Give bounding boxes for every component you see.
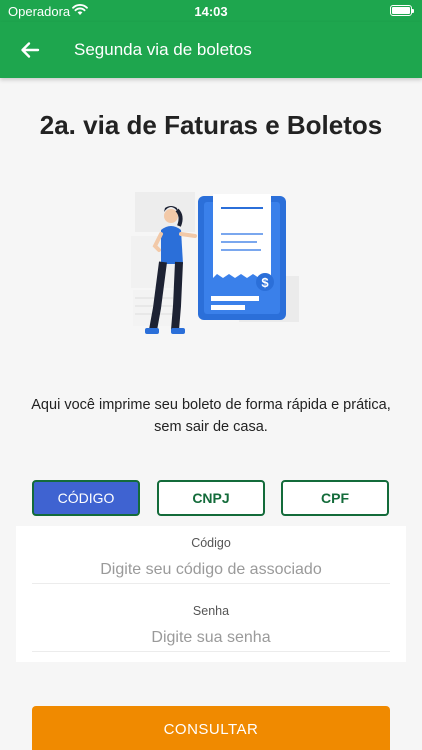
search-type-tabs: CÓDIGO CNPJ CPF bbox=[32, 480, 390, 516]
tab-cpf[interactable]: CPF bbox=[281, 480, 389, 516]
status-bar: Operadora 14:03 bbox=[0, 0, 422, 22]
battery-icon bbox=[390, 5, 414, 16]
app-bar: Segunda via de boletos bbox=[0, 22, 422, 78]
tab-cnpj[interactable]: CNPJ bbox=[157, 480, 265, 516]
back-arrow-icon[interactable] bbox=[16, 36, 44, 64]
page-description: Aqui você imprime seu boleto de forma rá… bbox=[31, 397, 391, 435]
password-input[interactable] bbox=[32, 624, 390, 652]
app-bar-title: Segunda via de boletos bbox=[74, 40, 252, 59]
consultar-button[interactable]: CONSULTAR bbox=[32, 706, 390, 750]
login-form: Código Senha bbox=[16, 526, 406, 662]
clock: 14:03 bbox=[194, 4, 228, 19]
password-label: Senha bbox=[192, 604, 230, 618]
svg-text:$: $ bbox=[261, 275, 269, 290]
code-label: Código bbox=[191, 536, 231, 550]
page-title: 2a. via de Faturas e Boletos bbox=[39, 110, 383, 140]
billing-illustration: $ bbox=[131, 192, 299, 334]
code-input[interactable] bbox=[32, 556, 390, 584]
tab-codigo[interactable]: CÓDIGO bbox=[32, 480, 140, 516]
